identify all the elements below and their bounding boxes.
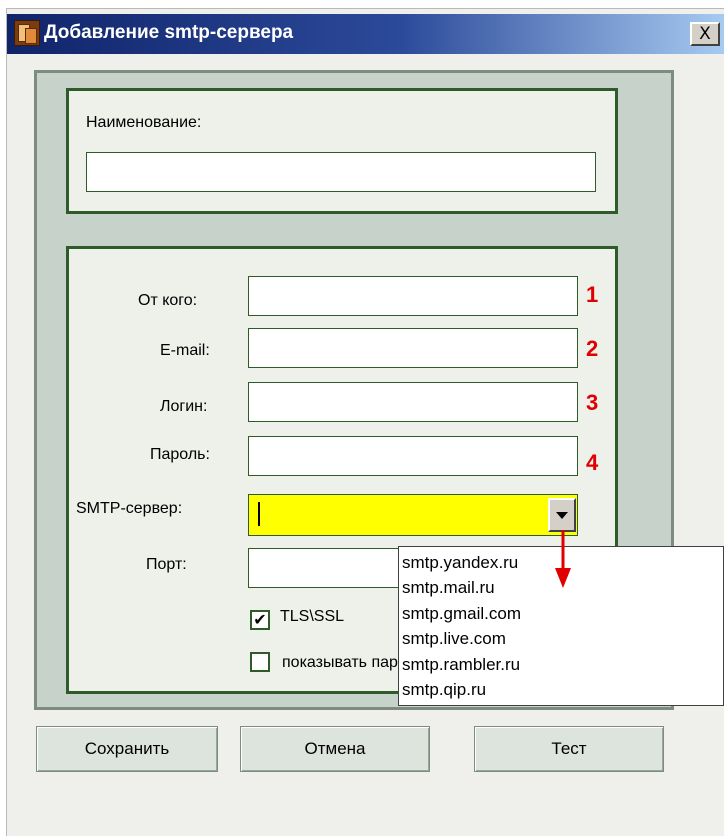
name-label: Наименование: — [86, 114, 202, 131]
name-input[interactable] — [86, 152, 596, 192]
red-arrow-annotation — [555, 530, 571, 588]
close-button[interactable]: X — [690, 22, 720, 46]
port-input[interactable] — [248, 548, 402, 588]
email-input[interactable] — [248, 328, 578, 368]
port-label: Порт: — [146, 556, 187, 573]
dropdown-option[interactable]: smtp.mail.ru — [402, 578, 495, 598]
smtp-label: SMTP-сервер: — [76, 500, 183, 517]
tls-checkbox[interactable]: ✔ — [250, 610, 270, 630]
marker-1: 1 — [586, 282, 599, 307]
text-caret — [258, 502, 260, 526]
password-label: Пароль: — [150, 446, 210, 463]
window-title: Добавление smtp-сервера — [44, 22, 294, 43]
password-input[interactable] — [248, 436, 578, 476]
app-icon — [14, 20, 40, 46]
app-icon-page-front — [25, 28, 37, 44]
from-label: От кого: — [138, 292, 198, 309]
from-input[interactable] — [248, 276, 578, 316]
cancel-button[interactable]: Отмена — [240, 726, 430, 772]
dropdown-option[interactable]: smtp.qip.ru — [402, 680, 486, 700]
email-label: E-mail: — [160, 342, 210, 359]
chevron-down-icon — [556, 511, 568, 519]
marker-3: 3 — [586, 390, 599, 415]
marker-2: 2 — [586, 336, 599, 361]
checkmark-icon: ✔ — [253, 610, 267, 629]
dropdown-option[interactable]: smtp.rambler.ru — [402, 655, 520, 675]
smtp-server-combobox[interactable] — [248, 494, 578, 536]
dropdown-option[interactable]: smtp.gmail.com — [402, 604, 521, 624]
tls-label: TLS\SSL — [280, 608, 345, 625]
show-password-checkbox[interactable] — [250, 652, 270, 672]
close-icon: X — [699, 23, 711, 44]
test-button[interactable]: Тест — [474, 726, 664, 772]
name-group — [66, 88, 618, 214]
dropdown-option[interactable]: smtp.yandex.ru — [402, 553, 518, 573]
dropdown-option[interactable]: smtp.live.com — [402, 629, 506, 649]
login-input[interactable] — [248, 382, 578, 422]
dropdown-button[interactable] — [548, 498, 576, 532]
login-label: Логин: — [160, 398, 208, 415]
save-button[interactable]: Сохранить — [36, 726, 218, 772]
marker-4: 4 — [586, 450, 599, 475]
